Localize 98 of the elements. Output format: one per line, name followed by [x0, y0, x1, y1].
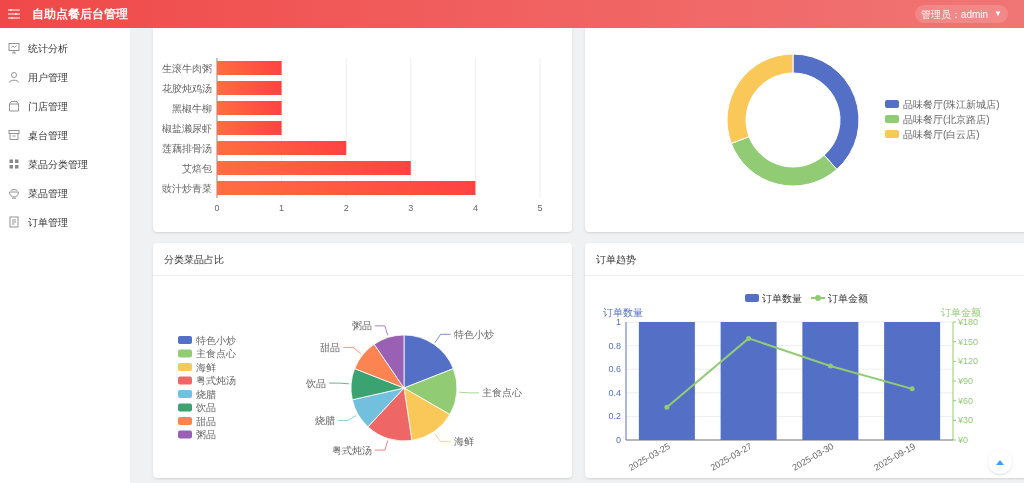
- slice-label: 主食点心: [481, 387, 522, 399]
- axis-tick-label: ¥0: [958, 435, 968, 445]
- document-icon: [8, 216, 20, 228]
- slice-label: 粥品: [351, 320, 372, 332]
- axis-tick-label: 0: [214, 203, 220, 213]
- sidebar-item[interactable]: 订单管理: [0, 212, 130, 232]
- legend-swatch: [745, 294, 759, 302]
- caret-icon: ▼: [994, 8, 1002, 20]
- axis-tick-label: 1: [279, 203, 285, 213]
- axis-tick-label: ¥60: [958, 395, 974, 406]
- menu-icon[interactable]: [8, 9, 20, 19]
- axis-tick-label: 5: [537, 203, 543, 213]
- app-title: 自助点餐后台管理: [32, 6, 128, 23]
- legend-swatch: [178, 376, 192, 385]
- axis-tick-label: ¥90: [958, 376, 974, 386]
- leader-line: [374, 440, 389, 451]
- legend-swatch: [178, 403, 192, 412]
- leader-line: [342, 347, 362, 355]
- slice-label: 烧腊: [314, 414, 335, 426]
- axis-tick-label: ¥120: [958, 356, 979, 367]
- data-point: [746, 335, 752, 341]
- legend-swatch: [885, 115, 899, 123]
- axis-tick-label: 2: [343, 203, 349, 213]
- sidebar-item[interactable]: 桌台管理: [0, 125, 130, 145]
- legend-label: 特色小炒: [196, 334, 236, 346]
- data-point: [827, 363, 833, 369]
- legend-swatch: [178, 417, 192, 425]
- data-point: [909, 386, 915, 392]
- sidebar-item[interactable]: 菜品分类管理: [0, 154, 130, 174]
- legend-label: 粥品: [196, 429, 216, 440]
- axis-tick-label: 1: [616, 317, 621, 327]
- axis-category-label: 黑椒牛柳: [172, 102, 212, 114]
- axis-tick-label: 0.6: [608, 364, 621, 375]
- legend-swatch: [885, 130, 899, 138]
- legend-label: 粤式炖汤: [196, 375, 236, 386]
- arrow-up-icon: [996, 459, 1004, 465]
- legend-label: 订单金额: [828, 292, 868, 304]
- bar: [217, 81, 282, 95]
- user-icon: [8, 71, 20, 83]
- card-title: 订单趋势: [596, 252, 636, 267]
- axis-tick-label: ¥150: [958, 336, 979, 347]
- axis-tick-label: 3: [408, 203, 414, 213]
- slice-label: 甜品: [320, 341, 341, 353]
- legend-label: 烧腊: [196, 388, 216, 400]
- bar: [217, 101, 282, 115]
- slice-label: 饮品: [306, 377, 327, 389]
- monitor-icon: [8, 42, 20, 54]
- axis-tick-label: 4: [472, 203, 478, 213]
- axis-category-label: 椒盐濑尿虾: [162, 122, 212, 134]
- bowl-icon: [8, 187, 20, 199]
- legend-swatch: [178, 349, 192, 358]
- legend-swatch: [178, 430, 192, 439]
- axis-tick-label: ¥180: [958, 317, 979, 327]
- axis-category-label: 豉汁炒青菜: [162, 182, 212, 194]
- legend-label: 主食点心: [196, 348, 236, 359]
- legend-label: 甜品: [196, 415, 216, 427]
- leader-line: [434, 333, 451, 343]
- axis-category-label: 莲藕排骨汤: [162, 142, 212, 154]
- slice-label: 海鲜: [453, 436, 474, 448]
- box-icon: [8, 129, 20, 141]
- axis-tick-label: 0: [616, 435, 621, 445]
- axis-category-label: 艾焙包: [182, 162, 212, 174]
- store-icon: [8, 100, 20, 112]
- legend-label: 饮品: [196, 402, 216, 413]
- slice-label: 粤式炖汤: [331, 444, 372, 456]
- sidebar-item[interactable]: 门店管理: [0, 96, 130, 116]
- axis-tick-label: 0.8: [608, 340, 621, 351]
- leader-line: [337, 415, 357, 421]
- leader-line: [374, 325, 389, 336]
- axis-title: 订单数量: [603, 307, 643, 318]
- legend-swatch: [178, 336, 192, 344]
- card-title: 分类菜品占比: [164, 252, 224, 267]
- axis-tick-label: 0.2: [608, 411, 621, 422]
- sidebar-item[interactable]: 用户管理: [0, 67, 130, 87]
- axis-title: 订单金额: [941, 307, 981, 318]
- slice-label: 特色小炒: [453, 328, 494, 340]
- legend-swatch: [885, 100, 899, 108]
- legend-label: 品味餐厅(珠江新城店): [903, 98, 1000, 110]
- leader-line: [328, 382, 350, 385]
- legend-label: 海鲜: [196, 361, 216, 373]
- legend-label: 品味餐厅(北京路店): [903, 113, 990, 125]
- bar: [217, 121, 282, 135]
- sidebar-item[interactable]: 菜品管理: [0, 183, 130, 203]
- axis-category-label: 花胶炖鸡汤: [162, 82, 212, 94]
- axis-category-label: 生滚牛肉粥: [162, 62, 212, 74]
- legend-label: 订单数量: [762, 292, 802, 304]
- bar: [217, 61, 282, 75]
- data-point: [664, 404, 670, 410]
- leader-line: [458, 391, 480, 394]
- legend-swatch: [178, 363, 192, 371]
- grid-icon: [8, 158, 20, 170]
- legend-swatch: [178, 390, 192, 398]
- axis-tick-label: ¥30: [958, 415, 974, 426]
- legend-label: 品味餐厅(白云店): [903, 128, 980, 140]
- axis-tick-label: 0.4: [608, 387, 621, 398]
- leader-line: [434, 433, 451, 443]
- legend-line-icon: [810, 295, 826, 301]
- sidebar-item[interactable]: 统计分析: [0, 38, 130, 58]
